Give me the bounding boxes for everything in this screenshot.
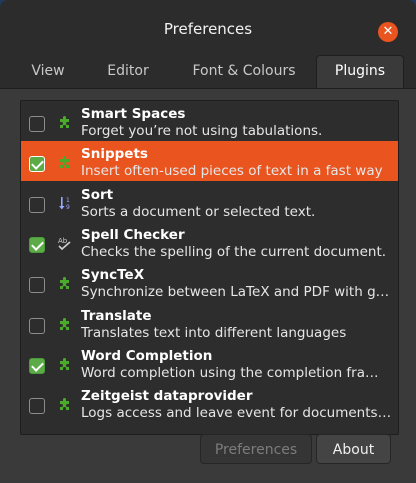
plugin-enabled-checkbox[interactable] [29, 317, 45, 334]
puzzle-piece-icon [57, 275, 73, 291]
plugin-name: Word Completion [81, 347, 213, 364]
puzzle-piece-icon [57, 114, 73, 130]
plugin-description: Insert often-used pieces of text in a fa… [81, 163, 383, 180]
plugin-name: Spell Checker [81, 226, 185, 243]
plugin-name: Snippets [81, 146, 148, 163]
plugin-enabled-checkbox[interactable] [29, 236, 45, 253]
plugin-row[interactable]: Zeitgeist dataprovider Logs access and le… [21, 383, 398, 423]
about-button[interactable]: About [316, 434, 391, 464]
preferences-window: Preferences ✕ View Editor Font & Colours… [0, 0, 416, 483]
plugin-description: Forget you’re not using tabulations. [81, 123, 323, 139]
tab-font-colours[interactable]: Font & Colours [176, 56, 312, 87]
plugin-enabled-checkbox[interactable] [29, 398, 45, 415]
plugin-row[interactable]: Translate Translates text into different … [21, 303, 398, 343]
plugin-description: Sorts a document or selected text. [81, 203, 316, 220]
plugin-name: Zeitgeist dataprovider [81, 388, 253, 405]
plugin-enabled-checkbox[interactable] [29, 277, 45, 294]
plugin-name: Smart Spaces [81, 106, 186, 122]
plugin-preferences-button[interactable]: Preferences [200, 434, 312, 464]
plugin-description: Word completion using the completion fra… [81, 364, 379, 381]
plugin-enabled-checkbox[interactable] [29, 156, 45, 173]
plugin-list[interactable]: Smart Spaces Forget you’re not using tabu… [20, 100, 399, 435]
plugin-description: Translates text into different languages [81, 324, 347, 341]
tab-editor[interactable]: Editor [84, 56, 172, 87]
plugin-name: SyncTeX [81, 267, 145, 284]
svg-text:Ab: Ab [58, 237, 68, 245]
plugin-enabled-checkbox[interactable] [29, 116, 45, 132]
plugin-enabled-checkbox[interactable] [29, 196, 45, 213]
plugin-name: Sort [81, 186, 114, 203]
plugins-page: Smart Spaces Forget you’re not using tabu… [0, 89, 416, 483]
plugin-row[interactable]: Snippets Insert often-used pieces of text… [21, 141, 398, 182]
plugin-row[interactable]: Ab Spell Checker Checks the spelling of th… [21, 222, 398, 262]
svg-text:1: 1 [66, 197, 70, 204]
tab-bar: View Editor Font & Colours Plugins [0, 55, 416, 89]
close-icon: ✕ [382, 24, 394, 39]
plugin-description: Checks the spelling of the current docum… [81, 243, 387, 260]
plugin-enabled-checkbox[interactable] [29, 357, 45, 374]
puzzle-piece-icon [57, 396, 73, 412]
tab-plugins[interactable]: Plugins [316, 55, 404, 88]
plugin-row[interactable]: 1 9 Sort Sorts a document or selected text. [21, 182, 398, 222]
puzzle-piece-icon [57, 356, 73, 372]
plugin-row[interactable]: SyncTeX Synchronize between LaTeX and PDF… [21, 262, 398, 302]
button-bar: Preferences About [20, 434, 397, 468]
plugin-description: Synchronize between LaTeX and PDF with g… [81, 284, 393, 301]
plugin-description: Logs access and leave event for document… [81, 405, 393, 422]
window-title: Preferences [163, 20, 253, 38]
sort-icon: 19 [57, 195, 73, 211]
puzzle-piece-icon [57, 316, 73, 332]
svg-text:9: 9 [66, 204, 70, 211]
plugin-row[interactable]: Word Completion Word completion using the… [21, 343, 398, 383]
plugin-name: Translate [81, 307, 152, 324]
puzzle-piece-icon [57, 154, 73, 170]
tab-view[interactable]: View [12, 56, 84, 87]
spell-check-icon: Ab [57, 235, 73, 251]
titlebar[interactable]: Preferences ✕ [0, 0, 416, 56]
close-button[interactable]: ✕ [378, 22, 398, 42]
plugin-row[interactable]: Smart Spaces Forget you’re not using tabu… [21, 101, 398, 141]
